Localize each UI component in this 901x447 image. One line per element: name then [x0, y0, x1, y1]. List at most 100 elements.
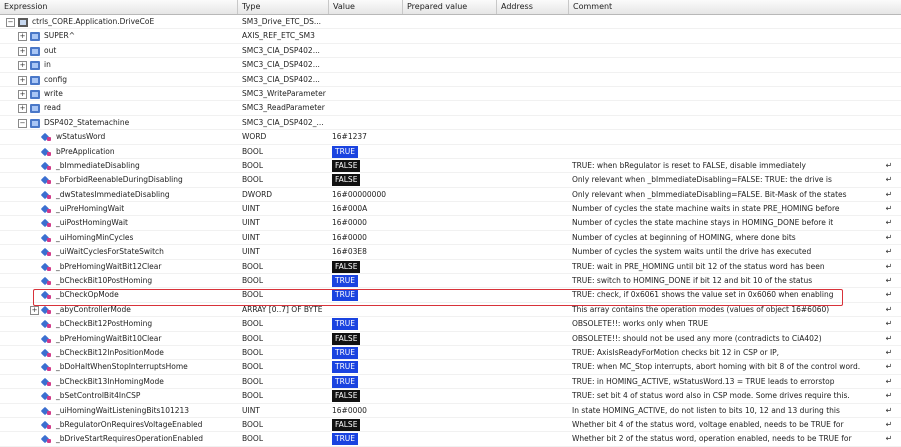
expand-icon[interactable]: + [18, 104, 27, 114]
expand-icon[interactable]: + [18, 32, 27, 42]
false-badge[interactable]: FALSE [332, 260, 361, 273]
enter-icon[interactable]: ↵ [884, 391, 894, 401]
value-cell[interactable]: TRUE [332, 346, 402, 360]
prepared-value-cell[interactable] [406, 432, 496, 446]
enter-icon[interactable]: ↵ [884, 434, 894, 444]
value-cell[interactable]: FALSE [332, 159, 402, 173]
value-cell[interactable]: TRUE [332, 375, 402, 389]
value-cell[interactable] [332, 29, 402, 43]
value-cell[interactable]: FALSE [332, 260, 402, 274]
true-badge[interactable]: TRUE [332, 433, 359, 446]
enter-icon[interactable]: ↵ [884, 204, 894, 214]
enter-icon[interactable]: ↵ [884, 233, 894, 243]
value-cell[interactable]: TRUE [332, 317, 402, 331]
value-cell[interactable]: 16#1237 [332, 130, 402, 144]
true-badge[interactable]: TRUE [332, 361, 359, 374]
prepared-value-cell[interactable] [406, 260, 496, 274]
expand-icon[interactable]: + [18, 75, 27, 85]
table-row[interactable]: _bDriveStartRequiresOperationEnabled BOOL… [0, 432, 901, 447]
table-row[interactable]: _bCheckBit13InHomingMode BOOL TRUE TRUE: in… [0, 375, 901, 390]
table-row[interactable]: + write SMC3_WriteParameter [0, 87, 901, 102]
prepared-value-cell[interactable] [406, 101, 496, 115]
true-badge[interactable]: TRUE [332, 145, 359, 158]
prepared-value-cell[interactable] [406, 58, 496, 72]
prepared-value-cell[interactable] [406, 375, 496, 389]
column-address[interactable]: Address [497, 0, 569, 14]
enter-icon[interactable]: ↵ [884, 247, 894, 257]
enter-icon[interactable]: ↵ [884, 420, 894, 430]
expand-icon[interactable]: + [18, 61, 27, 71]
prepared-value-cell[interactable] [406, 404, 496, 418]
table-row[interactable]: _uiHomingMinCycles UINT 16#0000 Number of c… [0, 231, 901, 246]
false-badge[interactable]: FALSE [332, 174, 361, 187]
table-row[interactable]: _dwStatesImmediateDisabling DWORD 16#00000… [0, 188, 901, 203]
enter-icon[interactable]: ↵ [884, 262, 894, 272]
prepared-value-cell[interactable] [406, 73, 496, 87]
value-cell[interactable]: 16#0000 [332, 216, 402, 230]
value-cell[interactable]: TRUE [332, 274, 402, 288]
table-row[interactable]: _bCheckBit12PostHoming BOOL TRUE OBSOLETE!!… [0, 317, 901, 332]
prepared-value-cell[interactable] [406, 202, 496, 216]
prepared-value-cell[interactable] [406, 159, 496, 173]
value-cell[interactable]: FALSE [332, 173, 402, 187]
table-row[interactable]: _bCheckBit10PostHoming BOOL TRUE TRUE: swit… [0, 274, 901, 289]
prepared-value-cell[interactable] [406, 317, 496, 331]
enter-icon[interactable]: ↵ [884, 190, 894, 200]
value-cell[interactable]: 16#03E8 [332, 245, 402, 259]
column-value[interactable]: Value [329, 0, 403, 14]
collapse-icon[interactable]: − [6, 18, 15, 27]
enter-icon[interactable]: ↵ [884, 377, 894, 387]
table-row[interactable]: + out SMC3_CIA_DSP402... [0, 44, 901, 59]
enter-icon[interactable]: ↵ [884, 175, 894, 185]
value-cell[interactable] [332, 73, 402, 87]
table-row[interactable]: _bImmediateDisabling BOOL FALSE TRUE: when … [0, 159, 901, 174]
prepared-value-cell[interactable] [406, 44, 496, 58]
column-expression[interactable]: Expression [0, 0, 238, 14]
true-badge[interactable]: TRUE [332, 346, 359, 359]
table-row[interactable]: _bCheckBit12InPositionMode BOOL TRUE TRUE: … [0, 346, 901, 361]
table-row[interactable]: _bRegulatorOnRequiresVoltageEnabled BOOL F… [0, 418, 901, 433]
false-badge[interactable]: FALSE [332, 390, 361, 403]
prepared-value-cell[interactable] [406, 173, 496, 187]
prepared-value-cell[interactable] [406, 332, 496, 346]
value-cell[interactable] [332, 87, 402, 101]
column-type[interactable]: Type [238, 0, 329, 14]
table-row[interactable]: + SUPER^ AXIS_REF_ETC_SM3 [0, 29, 901, 44]
table-row[interactable]: _uiWaitCyclesForStateSwitch UINT 16#03E8 Nu… [0, 245, 901, 260]
table-row[interactable]: + config SMC3_CIA_DSP402... [0, 73, 901, 87]
value-cell[interactable]: 16#0000 [332, 404, 402, 418]
value-cell[interactable] [332, 15, 402, 29]
value-cell[interactable]: FALSE [332, 418, 402, 432]
false-badge[interactable]: FALSE [332, 418, 361, 431]
value-cell[interactable]: FALSE [332, 389, 402, 403]
enter-icon[interactable]: ↵ [884, 319, 894, 329]
prepared-value-cell[interactable] [406, 130, 496, 144]
table-row[interactable]: + read SMC3_ReadParameter [0, 101, 901, 116]
prepared-value-cell[interactable] [406, 418, 496, 432]
value-cell[interactable] [332, 116, 402, 130]
prepared-value-cell[interactable] [406, 346, 496, 360]
prepared-value-cell[interactable] [406, 245, 496, 259]
expand-icon[interactable]: + [30, 305, 39, 315]
table-row[interactable]: _bSetControlBit4InCSP BOOL FALSE TRUE: set … [0, 389, 901, 404]
table-row[interactable]: _bPreHomingWaitBit12Clear BOOL FALSE TRUE: … [0, 260, 901, 275]
prepared-value-cell[interactable] [406, 216, 496, 230]
table-row[interactable]: _uiHomingWaitListeningBits101213 UINT 16#0… [0, 404, 901, 418]
table-row[interactable]: bPreApplication BOOL TRUE [0, 145, 901, 159]
value-cell[interactable]: 16#00000000 [332, 188, 402, 202]
table-row[interactable]: _uiPostHomingWait UINT 16#0000 Number of cy… [0, 216, 901, 231]
false-badge[interactable]: FALSE [332, 332, 361, 345]
table-row[interactable]: _bForbidReenableDuringDisabling BOOL FALSE… [0, 173, 901, 188]
enter-icon[interactable]: ↵ [884, 276, 894, 286]
prepared-value-cell[interactable] [406, 231, 496, 245]
enter-icon[interactable]: ↵ [884, 290, 894, 300]
true-badge[interactable]: TRUE [332, 318, 359, 331]
expand-icon[interactable]: + [18, 46, 27, 56]
prepared-value-cell[interactable] [406, 188, 496, 202]
collapse-icon[interactable]: − [18, 118, 27, 128]
enter-icon[interactable]: ↵ [884, 406, 894, 416]
prepared-value-cell[interactable] [406, 389, 496, 403]
false-badge[interactable]: FALSE [332, 159, 361, 172]
prepared-value-cell[interactable] [406, 274, 496, 288]
table-row[interactable]: + in SMC3_CIA_DSP402... [0, 58, 901, 73]
